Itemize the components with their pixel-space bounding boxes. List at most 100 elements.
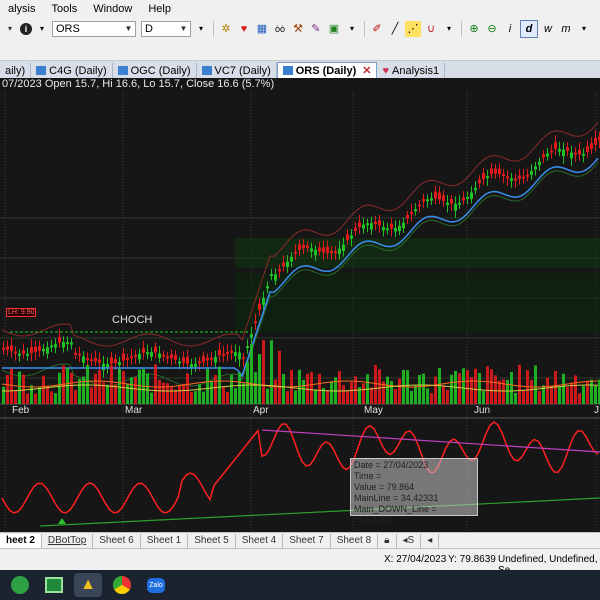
candle-body bbox=[110, 357, 113, 364]
lh-label: LH: 9.90 bbox=[6, 308, 37, 317]
candle-body bbox=[374, 221, 377, 224]
volume-bar bbox=[126, 383, 129, 404]
zalo-icon[interactable]: Zalo bbox=[142, 573, 170, 597]
volume-bar bbox=[282, 374, 285, 404]
volume-bar bbox=[410, 391, 413, 404]
scroll-left-icon[interactable]: ◂ bbox=[421, 534, 440, 548]
candle-body bbox=[74, 352, 77, 355]
period-combo[interactable]: D ▼ bbox=[141, 21, 191, 37]
interval-daily-button[interactable]: d bbox=[520, 20, 538, 38]
candle-body bbox=[154, 346, 157, 353]
line-tool-icon[interactable]: ╱ bbox=[387, 21, 403, 37]
sheet-tab[interactable]: Sheet 4 bbox=[236, 534, 284, 548]
toolbar-row-2 bbox=[0, 40, 600, 60]
chart-icon bbox=[36, 66, 47, 75]
sheet-tab-active[interactable]: heet 2 bbox=[0, 534, 42, 548]
chart-area[interactable]: 07/2023 Open 15.7, Hi 16.6, Lo 15.7, Clo… bbox=[0, 78, 600, 532]
chevron-down-icon[interactable]: ▾ bbox=[344, 21, 360, 37]
tab-vc7[interactable]: VC7 (Daily) bbox=[197, 63, 277, 78]
menu-tools[interactable]: Tools bbox=[44, 3, 86, 15]
chevron-down-icon[interactable]: ▾ bbox=[576, 21, 592, 37]
zoom-in-icon[interactable]: ⊕ bbox=[466, 21, 482, 37]
volume-bar bbox=[538, 391, 541, 404]
menu-window[interactable]: Window bbox=[85, 3, 140, 15]
volume-bar bbox=[546, 377, 549, 404]
sheet-tab[interactable]: Sheet 1 bbox=[141, 534, 189, 548]
tab-daily[interactable]: aily) bbox=[0, 63, 32, 78]
menu-help[interactable]: Help bbox=[140, 3, 179, 15]
volume-bar bbox=[562, 373, 565, 404]
chevron-down-icon[interactable]: ▾ bbox=[193, 21, 209, 37]
volume-bar bbox=[506, 379, 509, 404]
zoom-out-icon[interactable]: ⊖ bbox=[484, 21, 500, 37]
sheet-tab[interactable]: DBotTop bbox=[42, 534, 94, 548]
window-icon[interactable]: ▣ bbox=[326, 21, 342, 37]
volume-bar bbox=[442, 385, 445, 404]
candle-body bbox=[442, 195, 445, 202]
symbol-combo[interactable]: ORS ▼ bbox=[52, 21, 136, 37]
toolbar-row-1: ▾ i ▾ ORS ▼ D ▼ ▾ ✲ ♥ ▦ ȯȯ ⚒ ✎ ▣ ▾ ✐ ╱ ⋰… bbox=[0, 18, 600, 40]
price-chart[interactable] bbox=[0, 78, 600, 532]
month-label-apr: Apr bbox=[253, 405, 269, 416]
chevron-down-icon[interactable]: ▾ bbox=[34, 21, 50, 37]
chevron-down-icon[interactable]: ▾ bbox=[441, 21, 457, 37]
volume-bar bbox=[294, 390, 297, 404]
interval-monthly-button[interactable]: m bbox=[558, 21, 574, 37]
tab-ors[interactable]: ORS (Daily) ✕ bbox=[276, 62, 378, 78]
interval-intraday-button[interactable]: i bbox=[502, 21, 518, 37]
info-icon[interactable]: i bbox=[20, 23, 32, 35]
amibroker-icon[interactable]: ▲ bbox=[74, 573, 102, 597]
combo-arrow-icon[interactable]: ▼ bbox=[178, 23, 189, 35]
demand-zone bbox=[235, 273, 600, 333]
candle-body bbox=[406, 215, 409, 219]
combo-arrow-icon[interactable]: ▼ bbox=[123, 23, 134, 35]
tab-ogc[interactable]: OGC (Daily) bbox=[113, 63, 197, 78]
grid-icon[interactable]: ▦ bbox=[254, 21, 270, 37]
candle-body bbox=[334, 251, 337, 254]
symbol-value: ORS bbox=[56, 23, 80, 35]
candle-body bbox=[282, 262, 285, 267]
chrome-icon[interactable] bbox=[108, 573, 136, 597]
volume-bar bbox=[534, 365, 537, 404]
volume-bar bbox=[458, 373, 461, 404]
zalo-label: Zalo bbox=[147, 577, 165, 593]
volume-bar bbox=[6, 374, 9, 404]
gear-icon[interactable]: ✲ bbox=[218, 21, 234, 37]
glasses-icon[interactable]: ȯȯ bbox=[272, 21, 288, 37]
tab-analysis[interactable]: ♥ Analysis1 bbox=[377, 63, 446, 78]
tab-c4g[interactable]: C4G (Daily) bbox=[31, 63, 113, 78]
candle-body bbox=[202, 356, 205, 362]
sheet-tab[interactable]: Sheet 5 bbox=[188, 534, 236, 548]
app-icon-green[interactable] bbox=[6, 573, 34, 597]
volume-bar bbox=[418, 374, 421, 404]
tab-label: C4G (Daily) bbox=[49, 64, 107, 77]
heart-icon[interactable]: ♥ bbox=[236, 21, 252, 37]
sheet-tab[interactable]: Sheet 7 bbox=[283, 534, 331, 548]
candle-body bbox=[222, 353, 225, 356]
candle-body bbox=[470, 192, 473, 199]
sheet-tab[interactable]: Sheet 8 bbox=[331, 534, 379, 548]
close-icon[interactable]: ✕ bbox=[362, 64, 371, 77]
dashed-line-icon[interactable]: ⋰ bbox=[405, 21, 421, 37]
volume-bar bbox=[58, 372, 61, 404]
volume-bar bbox=[214, 375, 217, 404]
volume-bar bbox=[86, 364, 89, 404]
sheet-tab[interactable]: Sheet 6 bbox=[93, 534, 141, 548]
volume-bar bbox=[194, 391, 197, 404]
chart-icon bbox=[201, 66, 212, 75]
app-icon-stock[interactable] bbox=[40, 573, 68, 597]
candle-body bbox=[458, 202, 461, 205]
tools-icon[interactable]: ⚒ bbox=[290, 21, 306, 37]
lock-icon[interactable]: 🔒︎ bbox=[378, 534, 397, 548]
scroll-first-icon[interactable]: ◂S bbox=[397, 534, 422, 548]
dropdown-arrow-icon[interactable]: ▾ bbox=[2, 21, 18, 37]
candle-body bbox=[38, 346, 41, 351]
wand-icon[interactable]: ✎ bbox=[308, 21, 324, 37]
volume-bar bbox=[362, 383, 365, 404]
trend-line-up bbox=[39, 497, 600, 527]
magnet-icon[interactable]: ∪ bbox=[423, 21, 439, 37]
volume-bar bbox=[170, 386, 173, 404]
menu-analysis[interactable]: alysis bbox=[0, 3, 44, 15]
pen-color-icon[interactable]: ✐ bbox=[369, 21, 385, 37]
interval-weekly-button[interactable]: w bbox=[540, 21, 556, 37]
